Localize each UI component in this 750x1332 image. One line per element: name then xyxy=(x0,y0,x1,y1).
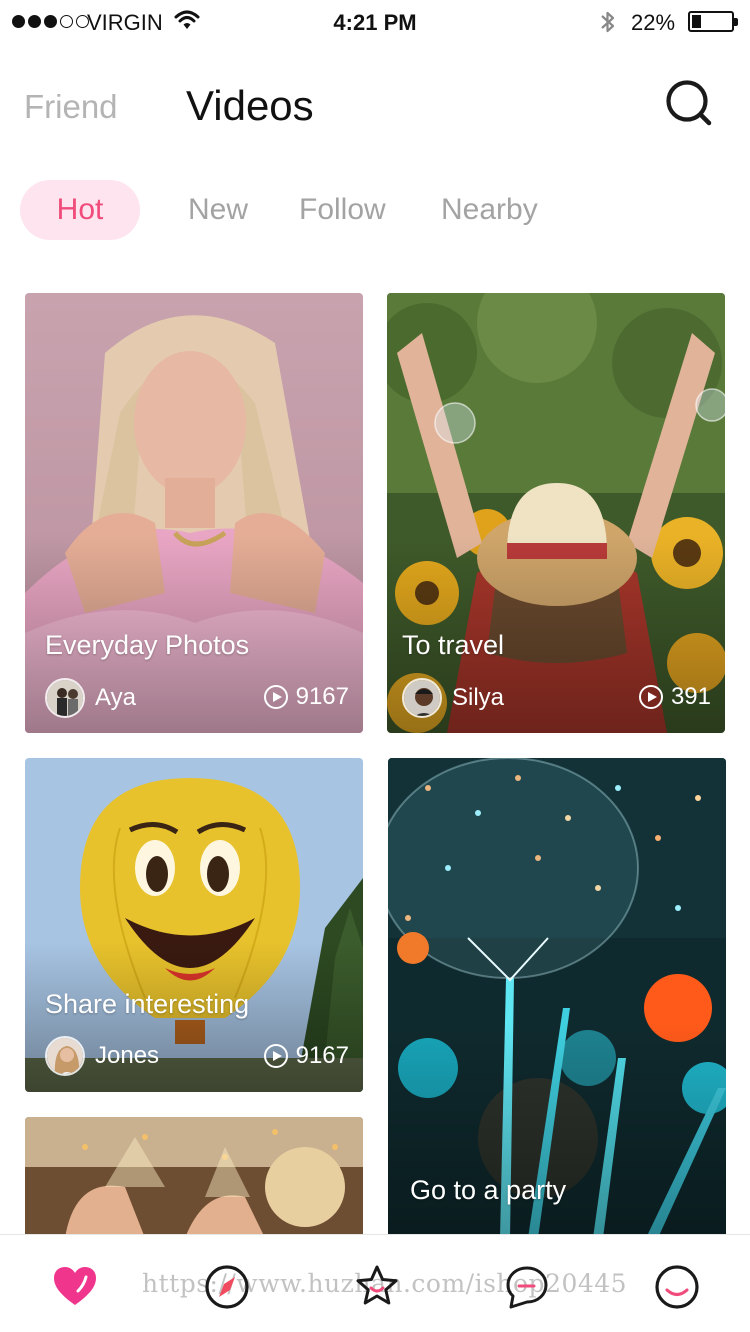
avatar xyxy=(402,678,442,718)
avatar xyxy=(45,1036,85,1076)
profile-icon xyxy=(655,1265,699,1309)
video-title: Go to a party xyxy=(410,1175,567,1205)
search-button[interactable] xyxy=(664,78,714,128)
nav-discover-button[interactable] xyxy=(203,1263,251,1311)
play-count: 9167 xyxy=(295,683,349,710)
video-card[interactable] xyxy=(25,1117,363,1238)
avatar xyxy=(45,678,85,718)
nav-profile-button[interactable] xyxy=(653,1263,701,1311)
compass-icon xyxy=(205,1265,249,1309)
battery-icon xyxy=(688,11,738,32)
chat-icon xyxy=(506,1266,548,1309)
video-card[interactable]: Share interesting Jones 9167 xyxy=(25,758,363,1092)
play-count-badge: 9167 xyxy=(263,683,349,711)
play-icon xyxy=(263,685,288,709)
heart-icon xyxy=(54,1267,96,1305)
nav-messages-button[interactable] xyxy=(503,1263,551,1311)
video-card[interactable]: Everyday Photos Aya 9167 xyxy=(25,293,363,733)
play-count: 9167 xyxy=(295,1042,349,1069)
video-thumbnail xyxy=(25,1117,363,1238)
play-count: 391 xyxy=(670,683,711,710)
category-new[interactable]: New xyxy=(188,180,248,240)
nav-home-button[interactable] xyxy=(51,1263,99,1311)
nav-favorites-button[interactable] xyxy=(353,1263,401,1311)
author-name: Aya xyxy=(95,684,136,711)
play-count-badge: 9167 xyxy=(263,1042,349,1070)
bottom-navigation: https://www.huzhan.com/ishop20445 xyxy=(0,1234,750,1332)
status-bar: VIRGIN 4:21 PM 22% xyxy=(0,0,750,44)
category-follow[interactable]: Follow xyxy=(299,180,386,240)
tab-videos[interactable]: Videos xyxy=(186,82,314,130)
video-title: Everyday Photos xyxy=(45,630,250,660)
bluetooth-icon xyxy=(601,11,615,33)
video-author[interactable]: Jones xyxy=(45,1036,159,1076)
play-icon xyxy=(638,685,663,709)
video-title: Share interesting xyxy=(45,989,250,1019)
tab-friend[interactable]: Friend xyxy=(24,88,118,126)
video-card[interactable]: To travel Silya 391 xyxy=(387,293,725,733)
search-icon xyxy=(666,80,712,126)
author-name: Jones xyxy=(95,1042,160,1069)
category-hot[interactable]: Hot xyxy=(20,180,140,240)
play-icon xyxy=(263,1044,288,1068)
battery-percentage: 22% xyxy=(631,10,676,35)
author-name: Silya xyxy=(452,684,505,711)
video-card[interactable]: Go to a party xyxy=(388,758,726,1238)
star-icon xyxy=(356,1265,398,1305)
play-count-badge: 391 xyxy=(638,683,711,711)
category-nearby[interactable]: Nearby xyxy=(441,180,538,240)
video-title: To travel xyxy=(402,630,505,660)
video-author[interactable]: Silya xyxy=(402,678,504,718)
video-author[interactable]: Aya xyxy=(45,678,136,718)
